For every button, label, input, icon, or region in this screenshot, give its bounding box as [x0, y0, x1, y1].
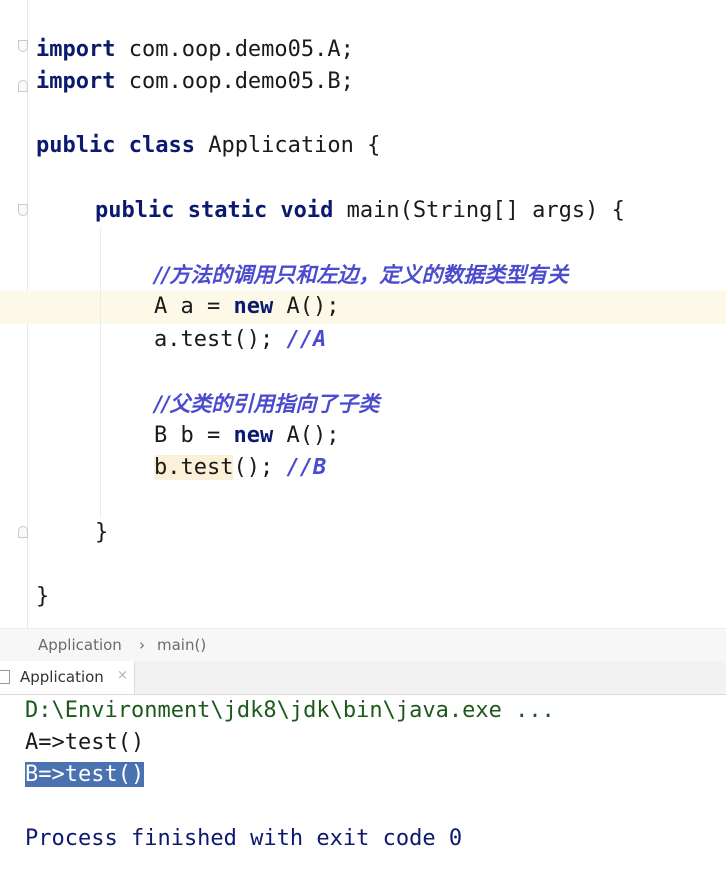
- code-editor[interactable]: import com.oop.demo05.A; import com.oop.…: [0, 0, 726, 628]
- code-comment-1: //方法的调用只和左边，定义的数据类型有关: [154, 262, 569, 287]
- code-close-class: }: [36, 584, 50, 609]
- run-tool-window-header: Application ×: [0, 661, 726, 695]
- run-tab-application[interactable]: Application ×: [0, 661, 135, 694]
- fold-marker-icon[interactable]: [18, 80, 28, 92]
- code-comment-2: //父类的引用指向了子类: [154, 391, 380, 416]
- code-close-method: }: [95, 520, 109, 545]
- breadcrumb-method[interactable]: main(): [157, 636, 206, 654]
- code-line-b-new: B b = new A();: [154, 423, 340, 448]
- code-line-main-method: public static void main(String[] args) {: [95, 198, 625, 223]
- code-line-class-decl: public class Application {: [36, 133, 381, 158]
- code-line-a-test: a.test(); //A: [154, 327, 327, 352]
- console-output-line-selected[interactable]: B=>test(): [25, 759, 145, 791]
- console-command-line: D:\Environment\jdk8\jdk\bin\java.exe ...: [25, 698, 555, 723]
- breadcrumb: Application › main(): [0, 628, 726, 662]
- code-line-b-test: b.test(); //B: [154, 455, 327, 480]
- code-line-import-b: import com.oop.demo05.B;: [36, 69, 354, 94]
- console-exit-message: Process finished with exit code 0: [25, 826, 463, 851]
- run-tab-label: Application: [20, 668, 104, 686]
- breadcrumb-separator-icon: ›: [139, 636, 145, 654]
- code-line-a-new: A a = new A();: [154, 294, 340, 319]
- fold-marker-icon[interactable]: [18, 526, 28, 538]
- code-line-import-a: import com.oop.demo05.A;: [36, 37, 354, 62]
- close-tab-icon[interactable]: ×: [117, 668, 128, 683]
- breadcrumb-class[interactable]: Application: [38, 636, 122, 654]
- console-output-line: A=>test(): [25, 730, 145, 755]
- run-console[interactable]: D:\Environment\jdk8\jdk\bin\java.exe ...…: [0, 695, 726, 869]
- indent-guide: [100, 228, 101, 518]
- current-line-highlight: [0, 291, 726, 324]
- run-config-icon: [0, 670, 10, 684]
- fold-marker-icon[interactable]: [18, 40, 28, 52]
- fold-marker-icon[interactable]: [18, 204, 28, 216]
